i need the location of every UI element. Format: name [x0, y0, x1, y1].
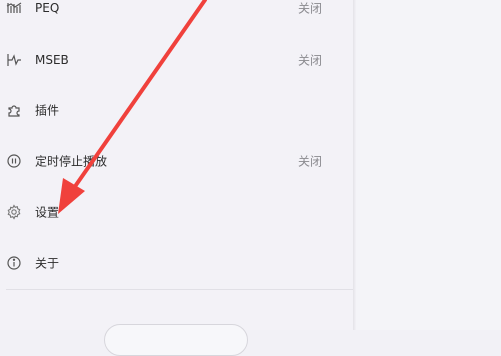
info-icon [6, 255, 22, 271]
menu-item-sleep-timer[interactable]: 定时停止播放 关闭 [0, 141, 353, 181]
content-pane [356, 0, 501, 330]
menu-item-label: MSEB [35, 53, 69, 67]
menu-item-value: 关闭 [297, 154, 322, 169]
plugin-icon [6, 102, 22, 118]
menu-item-value: 关闭 [297, 1, 322, 16]
menu-item-label: 设置 [35, 205, 60, 220]
menu-item-label: 插件 [35, 103, 60, 118]
mseb-icon [6, 52, 22, 68]
menu-item-peq[interactable]: PEQ 关闭 [0, 0, 353, 28]
menu-item-about[interactable]: 关于 [0, 243, 353, 283]
timer-icon [6, 153, 22, 169]
menu-divider [6, 289, 353, 290]
menu-item-label: 定时停止播放 [35, 154, 108, 169]
bottom-button[interactable] [104, 324, 248, 356]
menu-item-mseb[interactable]: MSEB 关闭 [0, 40, 353, 80]
menu-item-value: 关闭 [297, 53, 322, 68]
gear-icon [6, 204, 22, 220]
peq-icon [6, 0, 22, 16]
menu-item-label: 关于 [35, 256, 60, 271]
menu-item-plugins[interactable]: 插件 [0, 90, 353, 130]
menu-item-settings[interactable]: 设置 [0, 192, 353, 232]
menu-item-label: PEQ [35, 1, 60, 15]
side-drawer: PEQ 关闭 MSEB 关闭 插件 定时停止播放 关闭 设置 关于 [0, 0, 353, 356]
